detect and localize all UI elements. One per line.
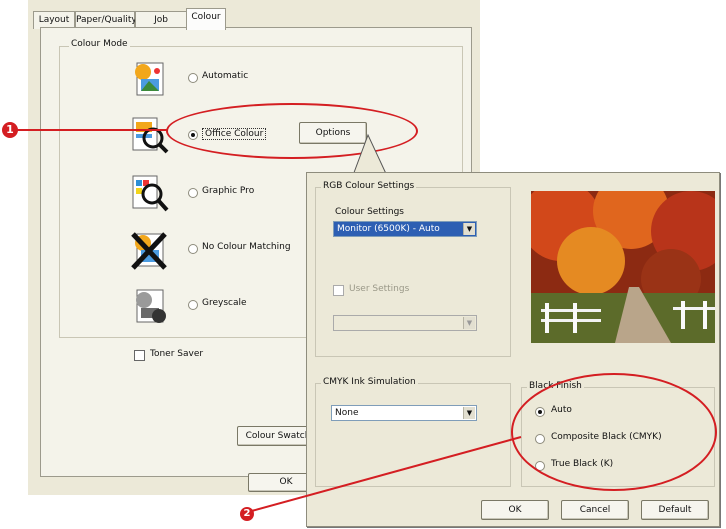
- greyscale-label: Greyscale: [202, 298, 247, 308]
- colour-settings-value: Monitor (6500K) - Auto: [337, 224, 440, 234]
- toner-saver-label: Toner Saver: [150, 349, 204, 359]
- callout-2-line: [247, 436, 522, 513]
- automatic-label: Automatic: [202, 71, 249, 81]
- colour-settings-select[interactable]: Monitor (6500K) - Auto ▼: [333, 221, 477, 237]
- cmyk-ink-simulation-label: CMYK Ink Simulation: [321, 377, 418, 387]
- graphic-pro-label: Graphic Pro: [202, 186, 255, 196]
- no-colour-matching-icon: [127, 228, 173, 270]
- toner-saver-checkbox[interactable]: [134, 350, 145, 361]
- chevron-down-icon[interactable]: ▼: [463, 317, 475, 329]
- black-finish-ellipse: [511, 373, 717, 491]
- automatic-colour-icon: [127, 57, 173, 99]
- chevron-down-icon[interactable]: ▼: [463, 223, 475, 235]
- user-settings-select[interactable]: ▼: [333, 315, 477, 331]
- greyscale-icon: [127, 284, 173, 326]
- dialog-default-button[interactable]: Default: [641, 500, 709, 520]
- preview-image: [531, 191, 715, 343]
- callout-2-marker: 2: [240, 507, 254, 521]
- office-colour-icon: [127, 114, 173, 156]
- user-settings-label: User Settings: [349, 284, 410, 294]
- automatic-radio[interactable]: [188, 73, 198, 83]
- greyscale-radio[interactable]: [188, 300, 198, 310]
- callout-1-marker: 1: [2, 122, 18, 138]
- user-settings-checkbox[interactable]: [333, 285, 344, 296]
- tab-colour[interactable]: Colour: [186, 8, 226, 30]
- colour-mode-label: Colour Mode: [69, 39, 130, 49]
- colour-settings-label: Colour Settings: [335, 207, 404, 217]
- no-colour-matching-label: No Colour Matching: [202, 242, 291, 252]
- graphic-pro-icon: [127, 172, 173, 214]
- callout-1-line: [17, 129, 167, 131]
- no-colour-matching-radio[interactable]: [188, 244, 198, 254]
- graphic-pro-radio[interactable]: [188, 188, 198, 198]
- rgb-colour-settings-label: RGB Colour Settings: [321, 181, 417, 191]
- dialog-cancel-button[interactable]: Cancel: [561, 500, 629, 520]
